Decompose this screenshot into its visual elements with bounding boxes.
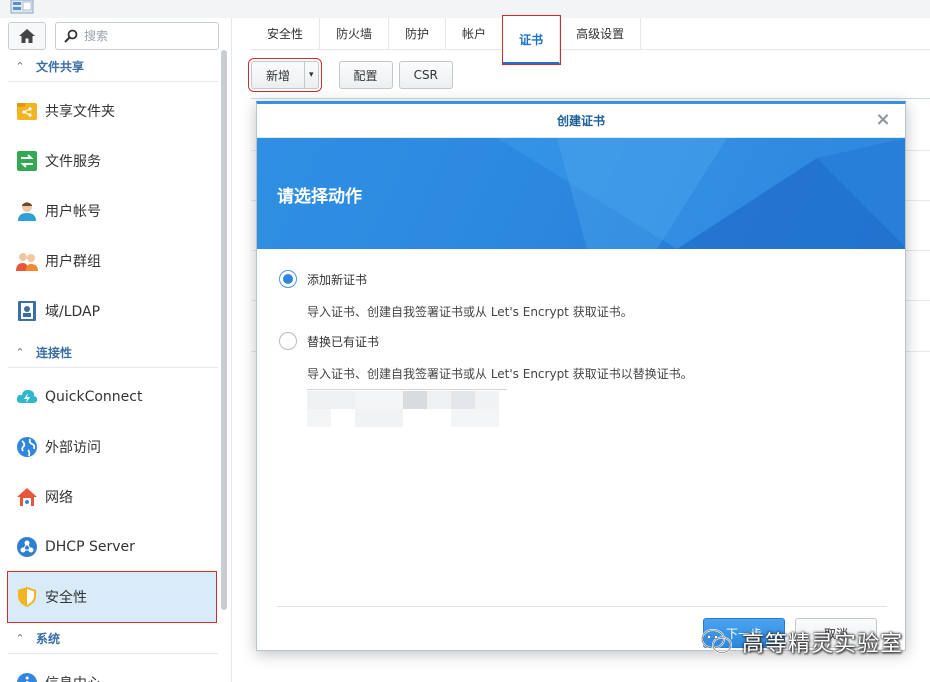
window-top-bar xyxy=(0,0,930,18)
sidebar-item-user[interactable]: 用户帐号 xyxy=(8,186,216,236)
add-dropdown-button[interactable]: ▾ xyxy=(305,61,319,89)
toolbar: 新增 ▾ 配置 CSR xyxy=(248,58,453,92)
search-input[interactable] xyxy=(84,29,204,43)
control-panel-app-icon xyxy=(10,0,34,14)
network-icon xyxy=(16,486,38,508)
radio-replace-existing[interactable] xyxy=(279,332,297,350)
sidebar-item-dhcp-server[interactable]: DHCP Server xyxy=(8,522,216,572)
close-icon[interactable]: × xyxy=(875,111,891,129)
wechat-icon xyxy=(701,629,732,654)
sidebar-item-quickconnect[interactable]: QuickConnect xyxy=(8,372,216,422)
sidebar-item-network[interactable]: 网络 xyxy=(8,472,216,522)
radio-selected-dot xyxy=(283,274,293,284)
sidebar-item-label: 用户帐号 xyxy=(45,204,101,220)
sidebar-item-label: DHCP Server xyxy=(45,539,135,555)
section-connectivity[interactable]: ⌃ 连接性 xyxy=(8,338,218,368)
tab-bar: 安全性 防火墙 防护 帐户 证书 高级设置 xyxy=(251,15,930,65)
tab-certificate[interactable]: 证书 xyxy=(502,15,562,65)
dialog-title: 创建证书 xyxy=(556,114,605,128)
configure-button[interactable]: 配置 xyxy=(338,61,393,89)
info-center-icon xyxy=(16,672,38,682)
section-file-sharing[interactable]: ⌃ 文件共享 xyxy=(8,52,218,82)
chevron-up-icon: ⌃ xyxy=(15,60,25,73)
dialog-footer-divider xyxy=(277,606,887,607)
chevron-up-icon: ⌃ xyxy=(15,346,25,359)
option-description: 导入证书、创建自我签署证书或从 Let's Encrypt 获取证书以替换证书。 xyxy=(307,367,693,381)
home-icon xyxy=(19,29,35,43)
create-certificate-dialog: 创建证书 × 请选择动作 添加新证书 导入证书、创建自我签署证书或从 Let's… xyxy=(256,101,906,651)
sidebar-item-label: 网络 xyxy=(45,490,73,506)
sidebar-scrollbar-thumb[interactable] xyxy=(221,50,227,610)
sidebar-item-ldap[interactable]: 域/LDAP xyxy=(8,286,216,336)
option-add-new[interactable]: 添加新证书 xyxy=(279,270,367,288)
sidebar-scrollbar[interactable] xyxy=(220,50,228,610)
user-icon xyxy=(16,200,38,222)
search-icon xyxy=(64,29,78,43)
option-label: 替换已有证书 xyxy=(307,334,380,349)
option-description: 导入证书、创建自我签署证书或从 Let's Encrypt 获取证书。 xyxy=(307,305,633,319)
home-button[interactable] xyxy=(8,22,46,50)
option-label: 添加新证书 xyxy=(307,272,368,287)
sidebar-item-label: 共享文件夹 xyxy=(45,104,115,120)
csr-button[interactable]: CSR xyxy=(398,61,453,89)
tab-firewall[interactable]: 防火墙 xyxy=(320,18,390,49)
option-replace-existing[interactable]: 替换已有证书 xyxy=(279,332,379,350)
sidebar-item-external-access[interactable]: 外部访问 xyxy=(8,422,216,472)
ldap-icon xyxy=(16,300,38,322)
sidebar-item-label: 用户群组 xyxy=(45,254,101,270)
sidebar-item-file-services[interactable]: 文件服务 xyxy=(8,136,216,186)
tab-security[interactable]: 安全性 xyxy=(251,18,321,49)
radio-add-new[interactable] xyxy=(279,270,297,288)
sidebar: ⌃ 文件共享 共享文件夹 文件服务 用户帐号 用户群组 域/LDAP ⌃ 连接性 xyxy=(0,18,232,682)
banner-title: 请选择动作 xyxy=(277,187,362,207)
file-services-icon xyxy=(16,150,38,172)
sidebar-item-security[interactable]: 安全性 xyxy=(7,571,217,623)
dialog-banner: 请选择动作 xyxy=(257,138,905,249)
search-box[interactable] xyxy=(55,22,219,50)
external-access-icon xyxy=(16,436,38,458)
add-button[interactable]: 新增 xyxy=(251,61,306,89)
dialog-title-bar: 创建证书 × xyxy=(257,104,905,138)
caret-down-icon: ▾ xyxy=(309,70,314,80)
security-shield-icon xyxy=(16,586,38,608)
sidebar-item-label: 外部访问 xyxy=(45,440,101,456)
sidebar-item-shared-folder[interactable]: 共享文件夹 xyxy=(8,86,216,136)
section-label: 系统 xyxy=(36,632,61,646)
tab-protection[interactable]: 防护 xyxy=(389,18,447,49)
list-header-line xyxy=(251,98,930,99)
tab-account[interactable]: 帐户 xyxy=(446,18,504,49)
sidebar-item-info-center[interactable]: 信息中心 xyxy=(8,658,216,682)
sidebar-item-label: QuickConnect xyxy=(45,389,143,405)
tab-advanced[interactable]: 高级设置 xyxy=(560,18,642,49)
watermark: 高等精灵实验室 xyxy=(700,626,903,658)
section-system[interactable]: ⌃ 系统 xyxy=(8,624,218,654)
section-label: 文件共享 xyxy=(36,60,85,74)
section-label: 连接性 xyxy=(36,346,73,360)
sidebar-item-label: 信息中心 xyxy=(45,673,101,682)
shared-folder-icon xyxy=(16,100,38,122)
add-split-button: 新增 ▾ xyxy=(248,58,322,92)
sidebar-item-label: 域/LDAP xyxy=(45,304,101,320)
watermark-text: 高等精灵实验室 xyxy=(742,632,904,657)
group-icon xyxy=(16,250,38,272)
quickconnect-icon xyxy=(16,386,38,408)
chevron-up-icon: ⌃ xyxy=(15,632,25,645)
sidebar-item-group[interactable]: 用户群组 xyxy=(8,236,216,286)
blurred-content xyxy=(307,389,507,427)
sidebar-item-label: 文件服务 xyxy=(45,154,101,170)
sidebar-item-label: 安全性 xyxy=(45,590,87,606)
dhcp-icon xyxy=(16,536,38,558)
